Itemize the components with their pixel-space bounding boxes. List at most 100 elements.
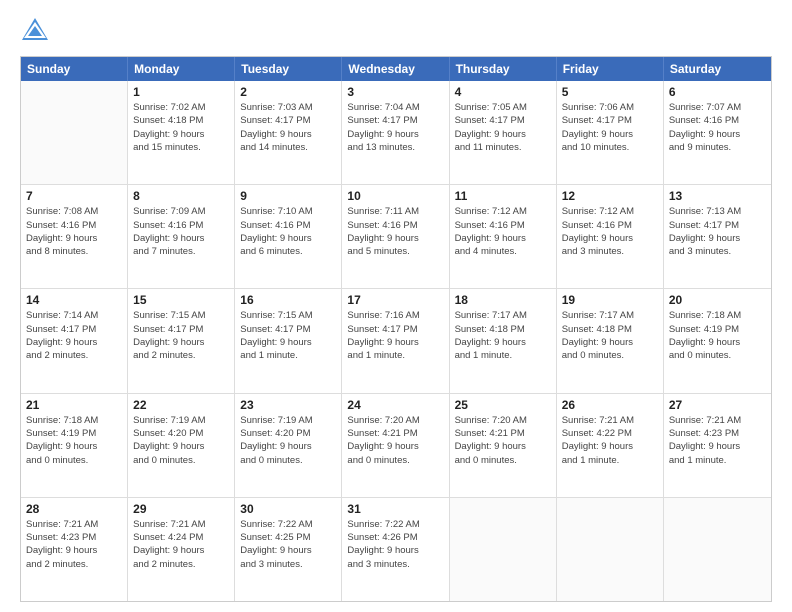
calendar-day-cell: 9 Sunrise: 7:10 AM Sunset: 4:16 PM Daylig… (235, 185, 342, 288)
day-info: Sunrise: 7:07 AM Sunset: 4:16 PM Dayligh… (669, 101, 766, 154)
day-info: Sunrise: 7:17 AM Sunset: 4:18 PM Dayligh… (455, 309, 551, 362)
day-number: 20 (669, 293, 766, 307)
day-info: Sunrise: 7:21 AM Sunset: 4:23 PM Dayligh… (669, 414, 766, 467)
calendar-day-cell (664, 498, 771, 601)
day-info: Sunrise: 7:10 AM Sunset: 4:16 PM Dayligh… (240, 205, 336, 258)
day-number: 22 (133, 398, 229, 412)
day-info: Sunrise: 7:21 AM Sunset: 4:24 PM Dayligh… (133, 518, 229, 571)
day-number: 26 (562, 398, 658, 412)
calendar-header-cell: Thursday (450, 57, 557, 81)
day-number: 23 (240, 398, 336, 412)
calendar-day-cell: 10Sunrise: 7:11 AM Sunset: 4:16 PM Dayli… (342, 185, 449, 288)
day-info: Sunrise: 7:09 AM Sunset: 4:16 PM Dayligh… (133, 205, 229, 258)
day-number: 11 (455, 189, 551, 203)
day-number: 1 (133, 85, 229, 99)
calendar-day-cell: 7Sunrise: 7:08 AM Sunset: 4:16 PM Daylig… (21, 185, 128, 288)
calendar-day-cell: 27 Sunrise: 7:21 AM Sunset: 4:23 PM Dayli… (664, 394, 771, 497)
calendar-day-cell: 2Sunrise: 7:03 AM Sunset: 4:17 PM Daylig… (235, 81, 342, 184)
calendar-day-cell (450, 498, 557, 601)
calendar-week-row: 28Sunrise: 7:21 AM Sunset: 4:23 PM Dayli… (21, 498, 771, 601)
day-number: 27 (669, 398, 766, 412)
calendar-week-row: 14 Sunrise: 7:14 AM Sunset: 4:17 PM Dayli… (21, 289, 771, 393)
calendar-day-cell: 21 Sunrise: 7:18 AM Sunset: 4:19 PM Dayli… (21, 394, 128, 497)
day-number: 21 (26, 398, 122, 412)
calendar-day-cell: 12 Sunrise: 7:12 AM Sunset: 4:16 PM Dayli… (557, 185, 664, 288)
logo (20, 16, 52, 46)
calendar-header-cell: Monday (128, 57, 235, 81)
calendar-day-cell: 17Sunrise: 7:16 AM Sunset: 4:17 PM Dayli… (342, 289, 449, 392)
calendar-day-cell: 23 Sunrise: 7:19 AM Sunset: 4:20 PM Dayli… (235, 394, 342, 497)
day-number: 29 (133, 502, 229, 516)
calendar-day-cell: 26 Sunrise: 7:21 AM Sunset: 4:22 PM Dayli… (557, 394, 664, 497)
day-info: Sunrise: 7:12 AM Sunset: 4:16 PM Dayligh… (562, 205, 658, 258)
calendar-day-cell: 19 Sunrise: 7:17 AM Sunset: 4:18 PM Dayli… (557, 289, 664, 392)
calendar-day-cell: 25 Sunrise: 7:20 AM Sunset: 4:21 PM Dayli… (450, 394, 557, 497)
day-info: Sunrise: 7:04 AM Sunset: 4:17 PM Dayligh… (347, 101, 443, 154)
day-info: Sunrise: 7:20 AM Sunset: 4:21 PM Dayligh… (455, 414, 551, 467)
page: SundayMondayTuesdayWednesdayThursdayFrid… (0, 0, 792, 612)
day-number: 7 (26, 189, 122, 203)
calendar-day-cell: 8 Sunrise: 7:09 AM Sunset: 4:16 PM Daylig… (128, 185, 235, 288)
day-info: Sunrise: 7:11 AM Sunset: 4:16 PM Dayligh… (347, 205, 443, 258)
day-number: 13 (669, 189, 766, 203)
day-number: 14 (26, 293, 122, 307)
calendar-header-cell: Sunday (21, 57, 128, 81)
calendar-day-cell (557, 498, 664, 601)
day-info: Sunrise: 7:02 AM Sunset: 4:18 PM Dayligh… (133, 101, 229, 154)
calendar-day-cell: 29 Sunrise: 7:21 AM Sunset: 4:24 PM Dayli… (128, 498, 235, 601)
calendar-header-cell: Friday (557, 57, 664, 81)
day-number: 30 (240, 502, 336, 516)
calendar-day-cell: 13 Sunrise: 7:13 AM Sunset: 4:17 PM Dayli… (664, 185, 771, 288)
day-info: Sunrise: 7:18 AM Sunset: 4:19 PM Dayligh… (669, 309, 766, 362)
calendar-body: 1 Sunrise: 7:02 AM Sunset: 4:18 PM Daylig… (21, 81, 771, 601)
calendar-day-cell: 28Sunrise: 7:21 AM Sunset: 4:23 PM Dayli… (21, 498, 128, 601)
calendar-day-cell: 20 Sunrise: 7:18 AM Sunset: 4:19 PM Dayli… (664, 289, 771, 392)
calendar-day-cell: 24 Sunrise: 7:20 AM Sunset: 4:21 PM Dayli… (342, 394, 449, 497)
day-number: 15 (133, 293, 229, 307)
day-info: Sunrise: 7:14 AM Sunset: 4:17 PM Dayligh… (26, 309, 122, 362)
day-info: Sunrise: 7:17 AM Sunset: 4:18 PM Dayligh… (562, 309, 658, 362)
day-number: 24 (347, 398, 443, 412)
day-info: Sunrise: 7:22 AM Sunset: 4:25 PM Dayligh… (240, 518, 336, 571)
calendar-day-cell: 3 Sunrise: 7:04 AM Sunset: 4:17 PM Daylig… (342, 81, 449, 184)
calendar-day-cell: 18 Sunrise: 7:17 AM Sunset: 4:18 PM Dayli… (450, 289, 557, 392)
calendar-header-row: SundayMondayTuesdayWednesdayThursdayFrid… (21, 57, 771, 81)
day-info: Sunrise: 7:13 AM Sunset: 4:17 PM Dayligh… (669, 205, 766, 258)
day-number: 6 (669, 85, 766, 99)
day-number: 16 (240, 293, 336, 307)
day-number: 17 (347, 293, 443, 307)
day-number: 12 (562, 189, 658, 203)
day-info: Sunrise: 7:20 AM Sunset: 4:21 PM Dayligh… (347, 414, 443, 467)
day-info: Sunrise: 7:18 AM Sunset: 4:19 PM Dayligh… (26, 414, 122, 467)
day-number: 31 (347, 502, 443, 516)
calendar-day-cell: 6 Sunrise: 7:07 AM Sunset: 4:16 PM Daylig… (664, 81, 771, 184)
day-number: 4 (455, 85, 551, 99)
calendar-header-cell: Tuesday (235, 57, 342, 81)
day-info: Sunrise: 7:15 AM Sunset: 4:17 PM Dayligh… (240, 309, 336, 362)
day-number: 3 (347, 85, 443, 99)
calendar-day-cell: 11Sunrise: 7:12 AM Sunset: 4:16 PM Dayli… (450, 185, 557, 288)
day-info: Sunrise: 7:15 AM Sunset: 4:17 PM Dayligh… (133, 309, 229, 362)
calendar-day-cell: 22Sunrise: 7:19 AM Sunset: 4:20 PM Dayli… (128, 394, 235, 497)
day-info: Sunrise: 7:03 AM Sunset: 4:17 PM Dayligh… (240, 101, 336, 154)
calendar-week-row: 1 Sunrise: 7:02 AM Sunset: 4:18 PM Daylig… (21, 81, 771, 185)
calendar-header-cell: Saturday (664, 57, 771, 81)
calendar-day-cell: 4 Sunrise: 7:05 AM Sunset: 4:17 PM Daylig… (450, 81, 557, 184)
day-info: Sunrise: 7:06 AM Sunset: 4:17 PM Dayligh… (562, 101, 658, 154)
header (20, 16, 772, 46)
day-number: 19 (562, 293, 658, 307)
day-info: Sunrise: 7:05 AM Sunset: 4:17 PM Dayligh… (455, 101, 551, 154)
day-number: 8 (133, 189, 229, 203)
day-number: 18 (455, 293, 551, 307)
calendar-week-row: 7Sunrise: 7:08 AM Sunset: 4:16 PM Daylig… (21, 185, 771, 289)
calendar-day-cell (21, 81, 128, 184)
logo-icon (20, 16, 50, 46)
day-info: Sunrise: 7:22 AM Sunset: 4:26 PM Dayligh… (347, 518, 443, 571)
calendar-day-cell: 14 Sunrise: 7:14 AM Sunset: 4:17 PM Dayli… (21, 289, 128, 392)
day-number: 5 (562, 85, 658, 99)
day-info: Sunrise: 7:19 AM Sunset: 4:20 PM Dayligh… (240, 414, 336, 467)
day-number: 25 (455, 398, 551, 412)
day-info: Sunrise: 7:21 AM Sunset: 4:23 PM Dayligh… (26, 518, 122, 571)
day-number: 9 (240, 189, 336, 203)
day-info: Sunrise: 7:21 AM Sunset: 4:22 PM Dayligh… (562, 414, 658, 467)
